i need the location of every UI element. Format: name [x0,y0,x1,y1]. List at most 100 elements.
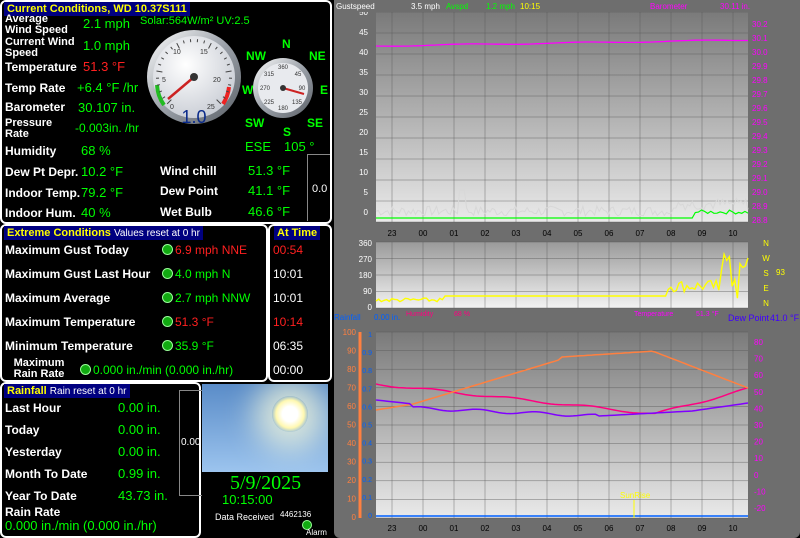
extreme-subtitle: Values reset at 0 hr [113,228,200,239]
rain-row-label: Last Hour [5,401,62,415]
compass-tick: 225 [264,100,275,106]
status-led-icon [162,268,173,279]
direction-letter: S [763,269,768,278]
y-tick-label: 25 [359,108,368,117]
extreme-title-text: Extreme Conditions [7,227,111,239]
y-tick-label: 10 [359,168,368,177]
legend-avg-value: 1.2 mph [486,2,515,11]
data-received-label: Data Received [215,512,275,522]
temperature-label: Temperature [5,60,77,74]
graphs-svg: 50454035302520151050 30.230.130.029.929.… [334,0,800,533]
x-tick-label: 23 [388,524,397,533]
gauge-tick-label: 5 [162,77,166,84]
right-tick-label: 0 [754,471,759,480]
gauge-tick-label: 15 [200,49,208,56]
baro-tick-label: 29.1 [752,174,768,183]
dew-depression-value: 10.2 °F [81,164,124,179]
direction-letter: N [763,299,769,308]
gauge-tick-label: 10 [173,49,181,56]
wind-speed-gauge: 0 5 10 15 20 25 1.0 [147,30,241,127]
right-tick-label: 70 [754,355,763,364]
compass-label-sw: SW [245,116,265,130]
right-tick-label: 50 [754,388,763,397]
temp-tick-label: 100 [343,328,357,337]
dew-point-label: Dew Point [160,184,219,198]
compass-tick: 135 [292,100,303,106]
right-tick-label: 60 [754,371,763,380]
x-tick-label: 03 [512,229,521,238]
barometer-value: 30.107 in. [78,100,136,115]
extreme-row-label: Maximum Temperature [5,315,136,329]
humidity-value: 68 % [81,143,111,158]
wet-bulb-label: Wet Bulb [160,205,212,219]
temp-tick-label: 60 [347,402,356,411]
legend-baro-value: 30.11 in. [720,2,750,11]
compass-label-nw: NW [246,49,266,63]
rain-row-label: Year To Date [5,489,77,503]
rain-tick-label: 1 [368,332,372,339]
barometer-label: Barometer [5,100,66,114]
compass-tick: 180 [278,106,289,112]
x-tick-label: 04 [543,229,552,238]
legend-gust-value: 3.5 mph [411,2,440,11]
y-tick-label: 35 [359,68,368,77]
extreme-row-time: 00:00 [273,363,304,377]
extreme-row-label: Maximum Gust Today [5,243,129,257]
compass-tick: 270 [260,86,271,92]
x-tick-label: 05 [574,229,583,238]
wet-bulb-value: 46.6 °F [248,204,291,219]
gauge-tick-label: 25 [207,104,215,111]
status-led-icon [162,244,173,255]
direction-letter: W [762,254,770,263]
x-tick-label: 09 [698,229,707,238]
baro-tick-label: 29.3 [752,146,768,155]
direction-tick-label: 90 [363,287,372,296]
baro-tick-label: 29.6 [752,104,768,113]
sun-icon [272,396,308,432]
rain-tick-label: 0.9 [362,350,372,357]
rain-row-value: 0.99 in. [118,466,161,481]
rain-row-label: Month To Date [5,467,88,481]
x-tick-label: 01 [450,229,459,238]
baro-tick-label: 30.1 [752,34,768,43]
y-tick-label: 30 [359,88,368,97]
status-time: 10:15:00 [222,492,273,507]
compass-label-ne: NE [309,49,326,63]
x-tick-label: 06 [605,524,614,533]
compass-degrees: 105 ° [284,139,315,154]
legend-rainfall-value: 0.00 in. [374,313,400,322]
extreme-row-time: 00:54 [273,243,304,257]
direction-tick-label: 270 [359,255,373,264]
indoor-humidity-value: 40 % [81,205,111,220]
gauge-tick-label: 0 [170,104,174,111]
temperature-value: 51.3 °F [83,59,126,74]
rain-tick-label: 0 [368,513,372,520]
baro-tick-label: 30.0 [752,48,768,57]
extreme-conditions-title: Extreme Conditions Values reset at 0 hr [4,226,203,240]
x-tick-label: 06 [605,229,614,238]
pressure-rate-label: Pressure Rate [5,117,53,140]
alarm-label: Alarm [306,528,327,537]
side-indicator-value: 0.0 [312,183,328,195]
rain-tick-label: 0.7 [362,386,372,393]
x-tick-label: 07 [636,524,645,533]
temp-tick-label: 20 [347,476,356,485]
humidity-label: Humidity [5,144,57,158]
dew-point-value: 41.1 °F [248,183,291,198]
indoor-temp-label: Indoor Temp. [5,186,81,200]
x-tick-label: 09 [698,524,707,533]
extreme-row-value: 35.9 °F [162,339,214,353]
windchill-value: 51.3 °F [248,163,291,178]
legend-baro: Barometer [650,2,688,11]
rain-tick-label: 0.8 [362,368,372,375]
rain-tick-label: 0.5 [362,423,372,430]
compass-tick: 90 [299,86,306,92]
legend-dew-point: Dew Point [728,313,770,323]
compass-label-s: S [283,125,292,139]
y-tick-label: 20 [359,128,368,137]
gauge-value: 1.0 [181,107,206,127]
x-tick-label: 07 [636,229,645,238]
legend-temperature: Temperature [634,311,673,318]
legend-humidity: Humidity [406,311,434,318]
extreme-row-label: Maximum Rain Rate [13,357,65,380]
